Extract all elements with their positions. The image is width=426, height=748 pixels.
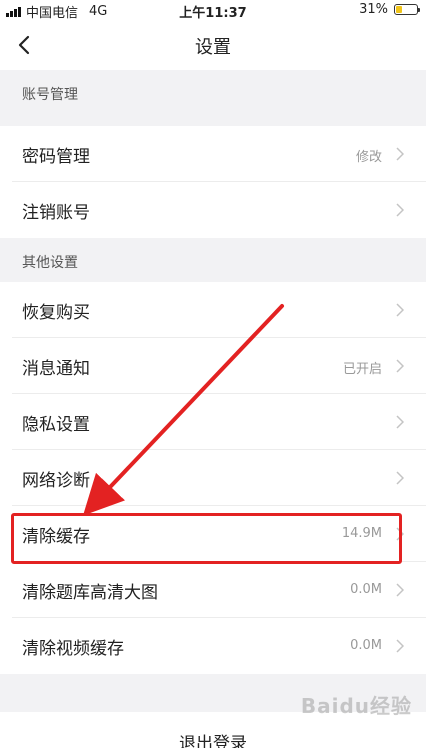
status-bar: 中国电信 4G 上午11:37 31% bbox=[0, 0, 426, 21]
row-label: 清除视频缓存 bbox=[22, 639, 124, 659]
settings-row-delete-account[interactable]: 注销账号 bbox=[0, 182, 426, 238]
chevron-right-icon bbox=[396, 359, 404, 373]
section-header-other: 其他设置 bbox=[0, 238, 426, 282]
battery-percent: 31% bbox=[359, 2, 388, 17]
status-right: 31% bbox=[359, 2, 420, 17]
settings-row-notifications[interactable]: 消息通知 已开启 bbox=[0, 338, 426, 394]
row-label: 注销账号 bbox=[22, 203, 90, 223]
settings-row-restore-purchase[interactable]: 恢复购买 bbox=[0, 282, 426, 338]
settings-row-password[interactable]: 密码管理 修改 bbox=[0, 126, 426, 182]
row-label: 恢复购买 bbox=[22, 303, 90, 323]
settings-row-privacy[interactable]: 隐私设置 bbox=[0, 394, 426, 450]
row-value: 0.0M bbox=[350, 582, 382, 597]
section-header-label: 其他设置 bbox=[22, 255, 78, 271]
row-label: 消息通知 bbox=[22, 359, 90, 379]
section-header-label: 账号管理 bbox=[22, 87, 78, 103]
row-value: 0.0M bbox=[350, 638, 382, 653]
chevron-right-icon bbox=[396, 303, 404, 317]
settings-row-network-diagnosis[interactable]: 网络诊断 bbox=[0, 450, 426, 506]
chevron-right-icon bbox=[396, 471, 404, 485]
row-value: 修改 bbox=[355, 150, 382, 165]
page-title: 设置 bbox=[195, 37, 231, 58]
row-label: 密码管理 bbox=[22, 147, 90, 167]
chevron-right-icon bbox=[396, 583, 404, 597]
row-label: 网络诊断 bbox=[22, 471, 90, 491]
chevron-right-icon bbox=[396, 147, 404, 161]
row-label: 清除题库高清大图 bbox=[22, 583, 158, 603]
row-value: 已开启 bbox=[342, 362, 382, 377]
settings-row-clear-hd-images[interactable]: 清除题库高清大图 0.0M bbox=[0, 562, 426, 618]
logout-label: 退出登录 bbox=[179, 734, 247, 748]
nav-bar: 设置 bbox=[0, 20, 426, 70]
chevron-right-icon bbox=[396, 639, 404, 653]
settings-row-clear-video-cache[interactable]: 清除视频缓存 0.0M bbox=[0, 618, 426, 674]
battery-icon bbox=[394, 4, 420, 15]
section-header-account: 账号管理 bbox=[0, 70, 426, 126]
annotation-highlight-box bbox=[11, 513, 402, 564]
row-label: 隐私设置 bbox=[22, 415, 90, 435]
watermark: Baidu经验 bbox=[300, 694, 412, 718]
chevron-right-icon bbox=[396, 415, 404, 429]
chevron-right-icon bbox=[396, 203, 404, 217]
battery-fill bbox=[396, 6, 403, 13]
